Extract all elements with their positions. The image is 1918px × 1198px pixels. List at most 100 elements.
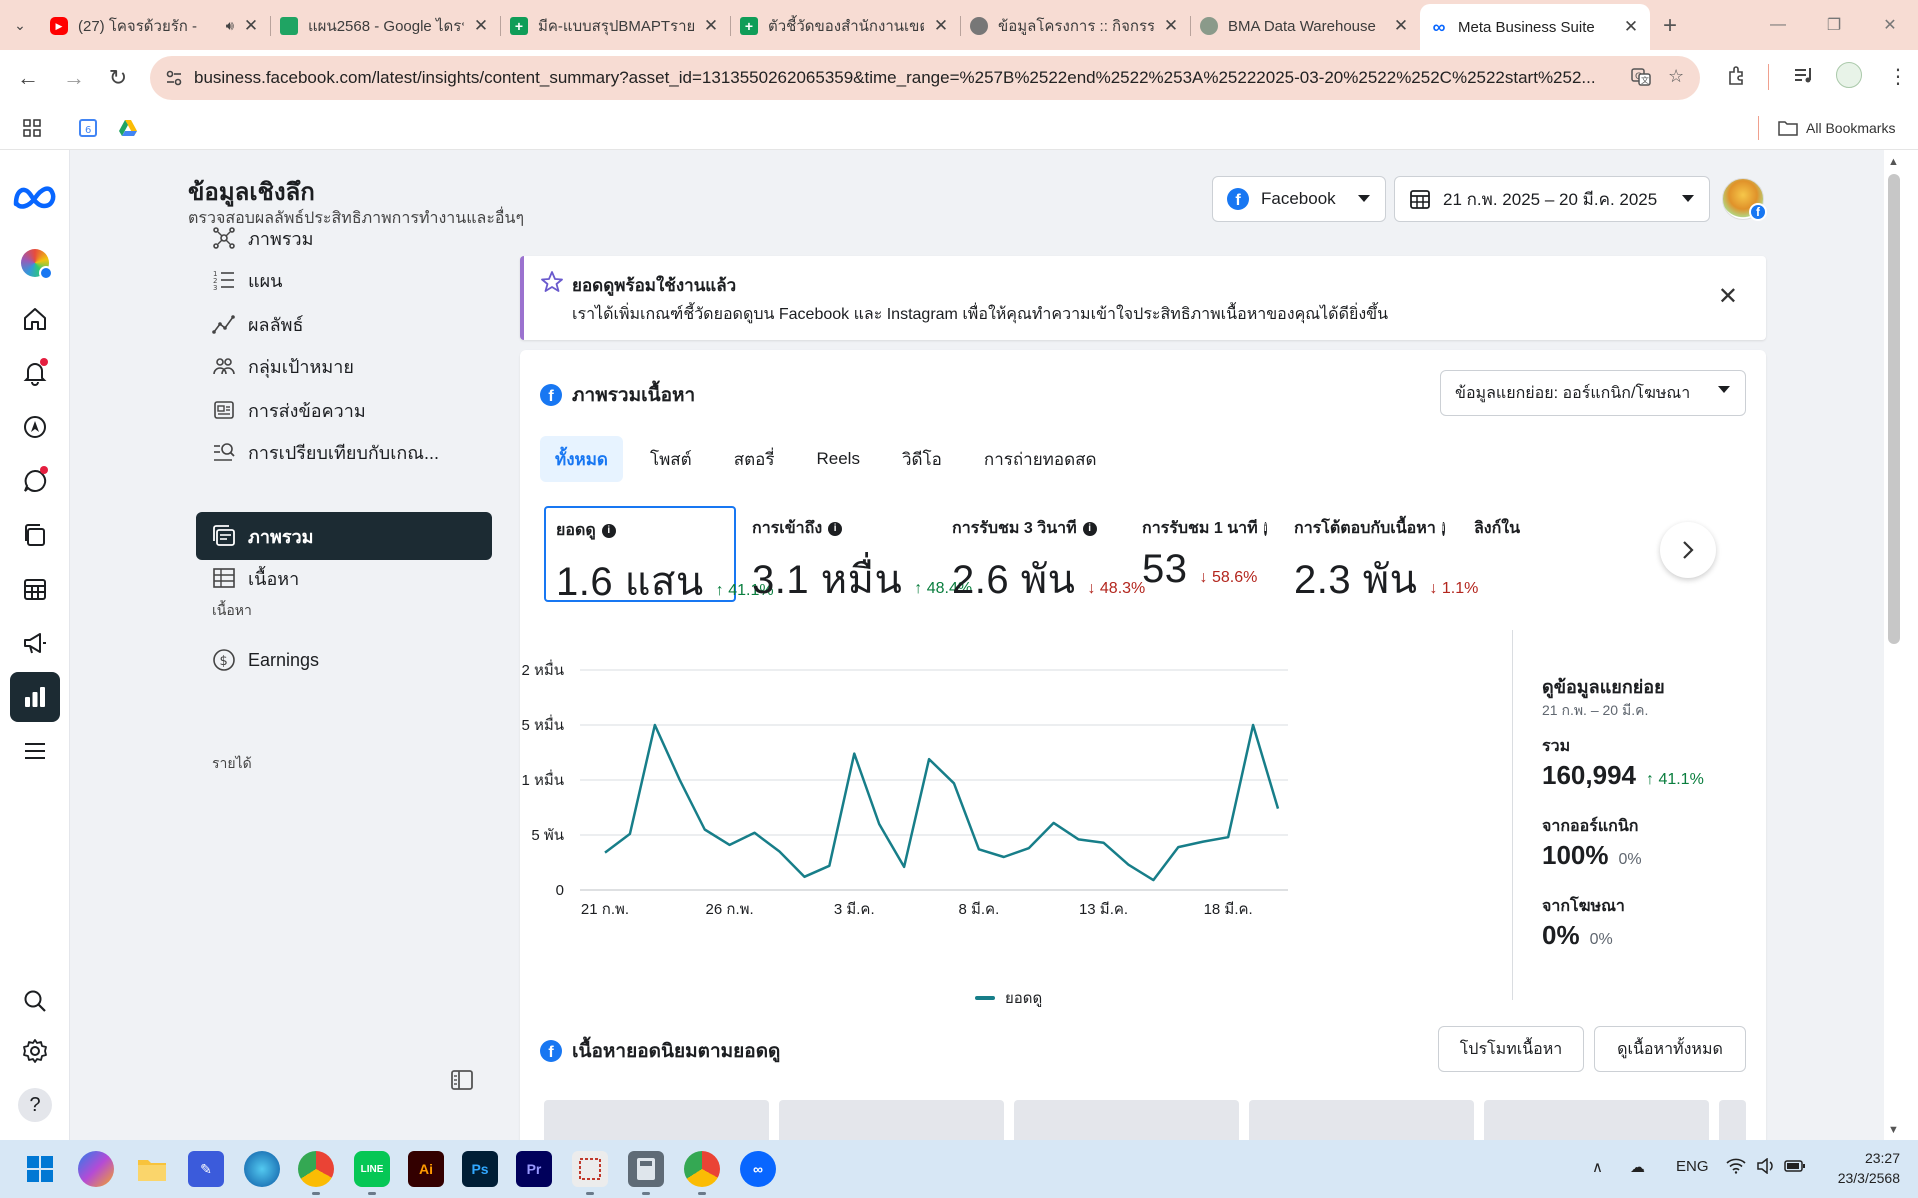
battery-icon[interactable] (1784, 1158, 1806, 1178)
system-clock[interactable]: 23:27 23/3/2568 (1820, 1148, 1900, 1188)
close-tab-icon[interactable]: ✕ (1162, 16, 1180, 36)
data-point[interactable] (624, 828, 636, 840)
help-icon[interactable]: ? (10, 1080, 60, 1130)
info-icon[interactable]: i (828, 521, 843, 536)
data-point[interactable] (1048, 817, 1060, 829)
data-point[interactable] (599, 847, 611, 859)
browser-tab[interactable]: ∞ Meta Business Suite ✕ (1420, 4, 1650, 50)
data-point[interactable] (773, 846, 785, 858)
forward-button[interactable]: → (52, 65, 96, 91)
content-tab[interactable]: สตอรี่ (719, 436, 790, 482)
all-bookmarks-folder[interactable]: All Bookmarks (1778, 119, 1895, 137)
data-point[interactable] (848, 748, 860, 760)
reload-button[interactable]: ↻ (96, 65, 140, 91)
browser-tab[interactable]: ▶ (27) โคจรด้วยรัก - 🔊︎ ✕ (40, 6, 270, 46)
site-info-icon[interactable] (164, 68, 184, 88)
data-point[interactable] (948, 777, 960, 789)
translate-icon[interactable]: G文 (1630, 66, 1652, 93)
data-point[interactable] (1122, 859, 1134, 871)
back-button[interactable]: ← (6, 65, 50, 91)
sidebar-item[interactable]: เนื้อหา (196, 554, 492, 602)
content-stack-icon[interactable] (10, 510, 60, 560)
collapse-sidebar-icon[interactable] (450, 1068, 474, 1097)
close-tab-icon[interactable]: ✕ (472, 16, 490, 36)
sidebar-item[interactable]: ผลลัพธ์ (196, 300, 492, 348)
data-point[interactable] (798, 871, 810, 883)
sidebar-item[interactable]: $ Earnings (196, 636, 492, 684)
home-icon[interactable] (10, 294, 60, 344)
content-thumbnail-placeholder[interactable] (1249, 1100, 1474, 1140)
chrome-icon[interactable] (298, 1151, 334, 1187)
sidebar-item[interactable]: ภาพรวม (196, 214, 492, 262)
sidebar-item[interactable]: 1 2 3 แผน (196, 256, 492, 304)
browser-tab[interactable]: + ตัวชี้วัดของสำนักงานเขต ✕ (730, 6, 960, 46)
close-banner-button[interactable]: ✕ (1718, 282, 1738, 311)
sidebar-item[interactable]: กลุ่มเป้าหมาย (196, 342, 492, 390)
copilot-icon[interactable] (78, 1151, 114, 1187)
content-tab[interactable]: ทั้งหมด (540, 436, 623, 482)
platform-select[interactable]: f Facebook (1212, 176, 1386, 222)
promote-content-button[interactable]: โปรโมทเนื้อหา (1438, 1026, 1584, 1072)
apps-grid-icon[interactable] (22, 118, 42, 138)
close-tab-icon[interactable]: ✕ (1392, 16, 1410, 36)
windows-start-icon[interactable] (22, 1151, 58, 1187)
metric-card[interactable]: ยอดดู i 1.6 แสน ↑ 41.1% (544, 506, 774, 604)
data-point[interactable] (1073, 833, 1085, 845)
restore-button[interactable]: ❐ (1806, 0, 1862, 50)
search-icon[interactable] (10, 976, 60, 1026)
browser-tab[interactable]: BMA Data Warehouse ✕ (1190, 6, 1420, 46)
illustrator-icon[interactable]: Ai (408, 1151, 444, 1187)
show-hidden-icons-chevron-icon[interactable]: ∧ (1592, 1158, 1603, 1176)
address-bar[interactable]: business.facebook.com/latest/insights/co… (150, 56, 1700, 100)
tab-search-chevron-icon[interactable]: ⌄ (0, 0, 40, 50)
data-point[interactable] (898, 861, 910, 873)
close-window-button[interactable]: ✕ (1862, 0, 1918, 50)
onedrive-status-icon[interactable]: ☁ (1630, 1158, 1645, 1176)
content-thumbnail-placeholder[interactable] (1484, 1100, 1709, 1140)
inbox-chat-icon[interactable] (10, 456, 60, 506)
view-all-content-button[interactable]: ดูเนื้อหาทั้งหมด (1594, 1026, 1746, 1072)
data-point[interactable] (973, 843, 985, 855)
content-thumbnail-placeholder[interactable] (1719, 1100, 1746, 1140)
page-scrollbar[interactable]: ▲ ▼ (1884, 150, 1918, 1140)
metric-card[interactable]: การรับชม 3 วินาที i 2.6 พัน ↓ 48.3% (942, 506, 1145, 602)
date-range-picker[interactable]: 21 ก.พ. 2025 – 20 มี.ค. 2025 (1394, 176, 1710, 222)
data-point[interactable] (823, 860, 835, 872)
content-thumbnail-placeholder[interactable] (779, 1100, 1004, 1140)
file-explorer-icon[interactable] (134, 1151, 170, 1187)
meta-business-app-icon[interactable]: ∞ (740, 1151, 776, 1187)
google-drive-bookmark-icon[interactable] (118, 118, 138, 138)
chrome-profile-icon[interactable] (684, 1151, 720, 1187)
content-tab[interactable]: Reels (802, 436, 875, 482)
data-point[interactable] (923, 753, 935, 765)
close-tab-icon[interactable]: ✕ (242, 16, 260, 36)
data-point[interactable] (1222, 831, 1234, 843)
minimize-button[interactable]: — (1750, 0, 1806, 50)
info-icon[interactable]: i (1263, 521, 1267, 536)
close-tab-icon[interactable]: ✕ (1622, 17, 1640, 37)
volume-icon[interactable] (1756, 1157, 1776, 1178)
google-calendar-bookmark-icon[interactable]: 6 (78, 118, 98, 138)
info-icon[interactable]: i (601, 523, 616, 538)
data-point[interactable] (1147, 874, 1159, 886)
sidebar-item[interactable]: ภาพรวม (196, 512, 492, 560)
data-point[interactable] (1247, 719, 1259, 731)
extensions-icon[interactable] (1726, 64, 1748, 92)
scroll-down-arrow-icon[interactable]: ▼ (1888, 1124, 1899, 1136)
meta-logo-icon[interactable] (10, 172, 60, 222)
data-point[interactable] (649, 719, 661, 731)
ads-megaphone-icon[interactable] (10, 618, 60, 668)
content-thumbnail-placeholder[interactable] (544, 1100, 769, 1140)
new-tab-button[interactable]: + (1650, 12, 1690, 40)
close-tab-icon[interactable]: ✕ (702, 16, 720, 36)
browser-tab[interactable]: + มีค-แบบสรุปBMAPTรายเดือน ✕ (500, 6, 730, 46)
data-point[interactable] (1023, 842, 1035, 854)
browser-menu-icon[interactable]: ⋮ (1888, 64, 1908, 89)
info-icon[interactable]: i (1082, 521, 1097, 536)
content-thumbnail-placeholder[interactable] (1014, 1100, 1239, 1140)
breakdown-select[interactable]: ข้อมูลแยกย่อย: ออร์แกนิก/โฆษณา (1440, 370, 1746, 416)
data-point[interactable] (1098, 837, 1110, 849)
page-profile-avatar[interactable]: f (1722, 178, 1767, 221)
close-tab-icon[interactable]: ✕ (932, 16, 950, 36)
data-point[interactable] (1197, 836, 1209, 848)
